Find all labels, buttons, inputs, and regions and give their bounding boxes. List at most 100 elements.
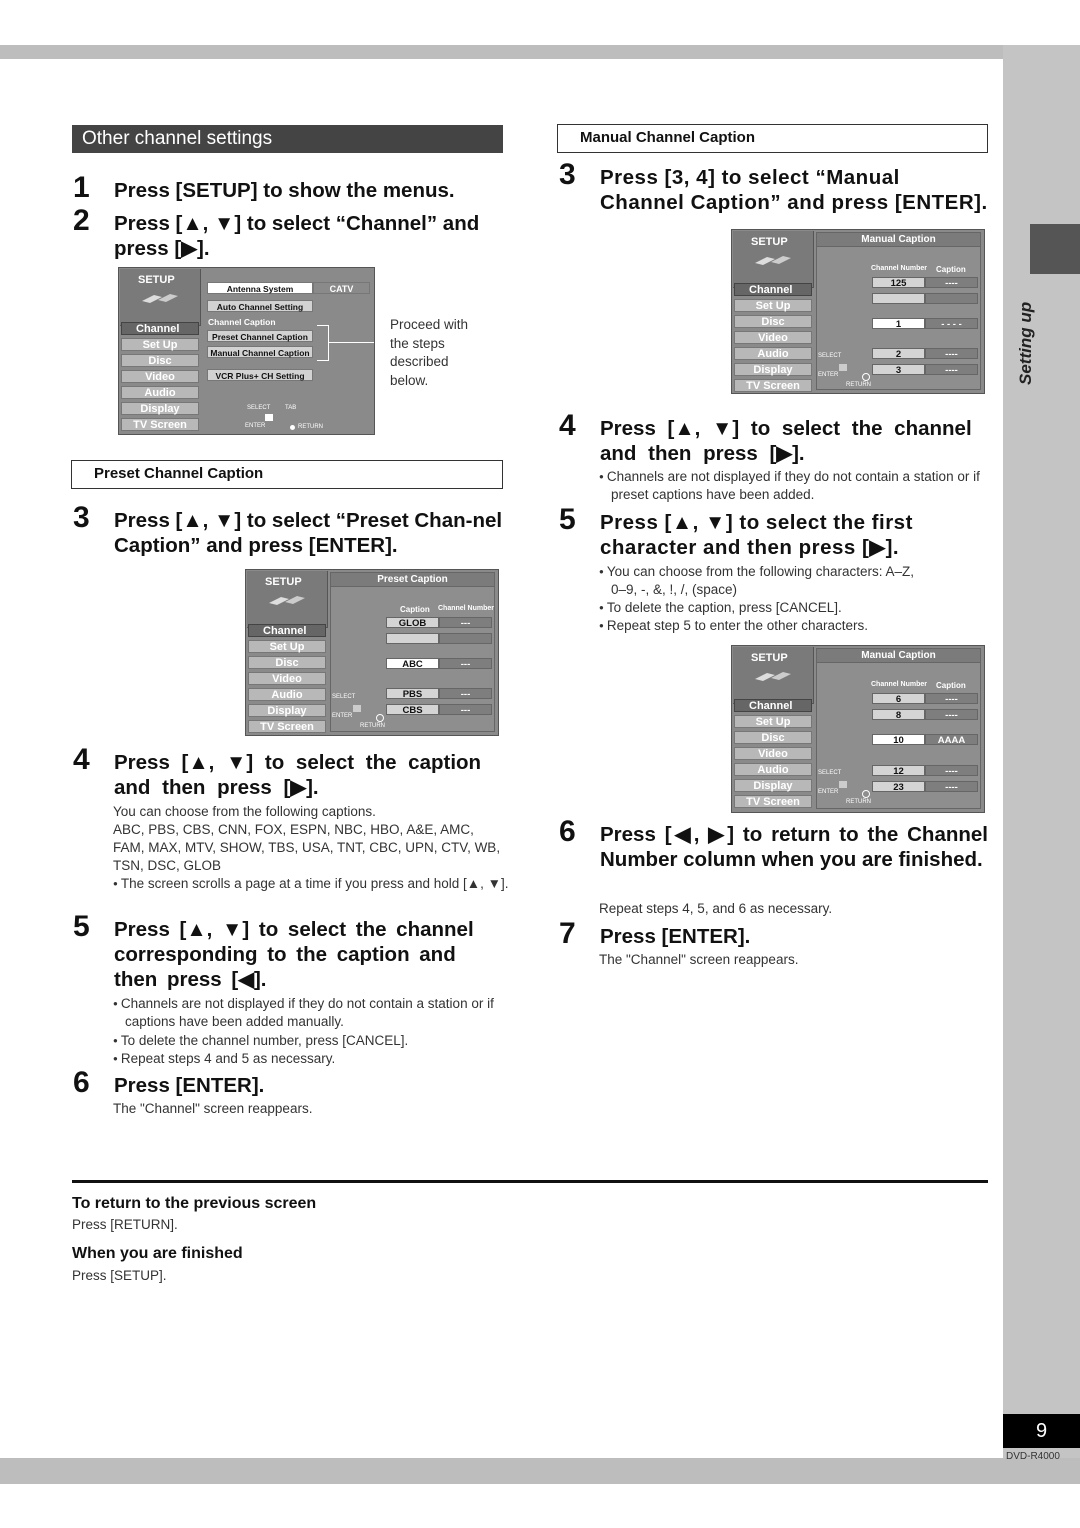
caption-cell[interactable]: AAAA <box>925 734 978 746</box>
menu-item-video[interactable]: Video <box>248 672 326 685</box>
proceed-note: Proceed with the steps described below. <box>390 317 469 388</box>
caption-cell[interactable]: ---- <box>925 709 978 721</box>
menu-item-channel[interactable]: Channel <box>121 322 199 335</box>
menu-item-disc[interactable]: Disc <box>121 354 199 367</box>
menu-item-tv-screen[interactable]: TV Screen <box>121 418 199 431</box>
channel-cell[interactable]: 12 <box>872 765 925 777</box>
note-bullet: The screen scrolls a page at a time if y… <box>113 875 517 893</box>
menu-item-video[interactable]: Video <box>734 331 812 344</box>
setup-label: SETUP <box>751 652 788 664</box>
menu-item-video[interactable]: Video <box>734 747 812 760</box>
menu-item-setup[interactable]: Set Up <box>121 338 199 351</box>
vcr-plus-ch-setting-button[interactable]: VCR Plus+ CH Setting <box>207 369 313 381</box>
antenna-system-label[interactable]: Antenna System <box>207 282 313 294</box>
channel-cell[interactable]: 8 <box>872 709 925 721</box>
menu-item-display[interactable]: Display <box>248 704 326 717</box>
step-number: 2 <box>73 204 90 237</box>
osd-sidebar: SETUP Channel Set Up Disc Video Audio Di… <box>119 268 201 434</box>
bracket-line <box>328 342 374 343</box>
menu-item-audio[interactable]: Audio <box>248 688 326 701</box>
menu-item-display[interactable]: Display <box>734 363 812 376</box>
menu-item-setup[interactable]: Set Up <box>734 715 812 728</box>
antenna-system-value[interactable]: CATV <box>313 282 370 294</box>
channel-cell-selected[interactable]: 1 <box>872 318 925 330</box>
channel-cell[interactable]: 6 <box>872 693 925 705</box>
osd-channel-menu: SETUP Channel Set Up Disc Video Audio Di… <box>118 267 375 435</box>
step-note: The "Channel" screen reappears. <box>599 952 799 967</box>
tab-hint: TAB <box>285 405 297 411</box>
menu-item-disc[interactable]: Disc <box>734 731 812 744</box>
auto-channel-setting-button[interactable]: Auto Channel Setting <box>207 300 313 312</box>
menu-item-audio[interactable]: Audio <box>121 386 199 399</box>
caption-cell[interactable]: PBS <box>386 688 439 700</box>
caption-cell[interactable]: ---- <box>925 277 978 289</box>
menu-item-channel[interactable]: Channel <box>734 283 812 296</box>
osd-preset-caption: SETUP Channel Set Up Disc Video Audio Di… <box>245 569 499 736</box>
footer-divider <box>72 1180 988 1183</box>
preset-channel-caption-button[interactable]: Preset Channel Caption <box>207 330 313 342</box>
channel-cell[interactable] <box>439 633 492 644</box>
caption-cell[interactable]: ---- <box>925 364 978 376</box>
menu-item-display[interactable]: Display <box>734 779 812 792</box>
menu-item-channel[interactable]: Channel <box>248 624 326 637</box>
channel-cell[interactable]: --- <box>439 688 492 700</box>
channel-cell[interactable]: --- <box>439 617 492 629</box>
setup-logo: SETUP <box>733 647 814 704</box>
caption-cell[interactable] <box>925 293 978 304</box>
caption-cell[interactable]: CBS <box>386 704 439 716</box>
menu-item-display[interactable]: Display <box>121 402 199 415</box>
menu-item-setup[interactable]: Set Up <box>734 299 812 312</box>
menu-item-tv-screen[interactable]: TV Screen <box>248 720 326 733</box>
menu-item-disc[interactable]: Disc <box>248 656 326 669</box>
menu-item-tv-screen[interactable]: TV Screen <box>734 379 812 392</box>
caption-cell[interactable] <box>386 633 439 644</box>
step-number: 4 <box>73 743 90 776</box>
select-hint: SELECT <box>332 694 356 700</box>
panel-title: Manual Caption <box>817 233 980 247</box>
step-text: Press [▲, ▼] to select the channel and t… <box>600 417 972 465</box>
caption-cell-selected[interactable]: ABC <box>386 658 439 670</box>
menu-item-setup[interactable]: Set Up <box>248 640 326 653</box>
step-text: Press [◀, ▶] to return to the Channel Nu… <box>600 823 988 871</box>
caption-cell[interactable]: ---- <box>925 781 978 793</box>
channel-cell[interactable]: 23 <box>872 781 925 793</box>
caption-cell[interactable]: ---- <box>925 765 978 777</box>
menu-item-video[interactable]: Video <box>121 370 199 383</box>
channel-cell[interactable]: --- <box>439 658 492 670</box>
model-number: DVD-R4000 <box>1006 1451 1060 1462</box>
menu-item-audio[interactable]: Audio <box>734 347 812 360</box>
caption-cell[interactable]: GLOB <box>386 617 439 629</box>
return-icon <box>862 373 870 381</box>
setup-label: SETUP <box>265 576 302 588</box>
channel-cell-selected[interactable]: 10 <box>872 734 925 746</box>
return-icon <box>290 425 295 430</box>
step-number: 6 <box>559 815 576 848</box>
manual-channel-caption-button[interactable]: Manual Channel Caption <box>207 346 313 358</box>
caption-cell[interactable]: ---- <box>925 693 978 705</box>
menu-item-audio[interactable]: Audio <box>734 763 812 776</box>
setup-logo: SETUP <box>120 269 201 326</box>
return-icon <box>862 790 870 798</box>
manual-channel-caption-heading: Manual Channel Caption <box>557 124 988 153</box>
channel-cell[interactable] <box>872 293 925 304</box>
return-hint: RETURN <box>846 799 871 805</box>
channel-cell[interactable]: 3 <box>872 364 925 376</box>
step-text: Press [▲, ▼] to select the caption and t… <box>114 751 482 799</box>
channel-cell[interactable]: 2 <box>872 348 925 360</box>
channel-cell[interactable]: --- <box>439 704 492 716</box>
select-hint: SELECT <box>818 353 842 359</box>
menu-item-tv-screen[interactable]: TV Screen <box>734 795 812 808</box>
menu-item-channel[interactable]: Channel <box>734 699 812 712</box>
return-icon <box>376 714 384 722</box>
dpad-icon <box>265 414 273 421</box>
channel-cell[interactable]: 125 <box>872 277 925 289</box>
menu-item-disc[interactable]: Disc <box>734 315 812 328</box>
recorder-icon <box>142 294 178 303</box>
caption-cell[interactable]: - - - - <box>925 318 978 330</box>
caption-cell[interactable]: ---- <box>925 348 978 360</box>
bottom-band <box>0 1458 1080 1484</box>
step-number: 3 <box>73 501 90 534</box>
preset-channel-caption-heading: Preset Channel Caption <box>71 460 503 489</box>
step-text: Press [▲, ▼] to select the first charact… <box>600 511 913 559</box>
osd-manual-caption-1: SETUP Channel Set Up Disc Video Audio Di… <box>731 229 985 394</box>
